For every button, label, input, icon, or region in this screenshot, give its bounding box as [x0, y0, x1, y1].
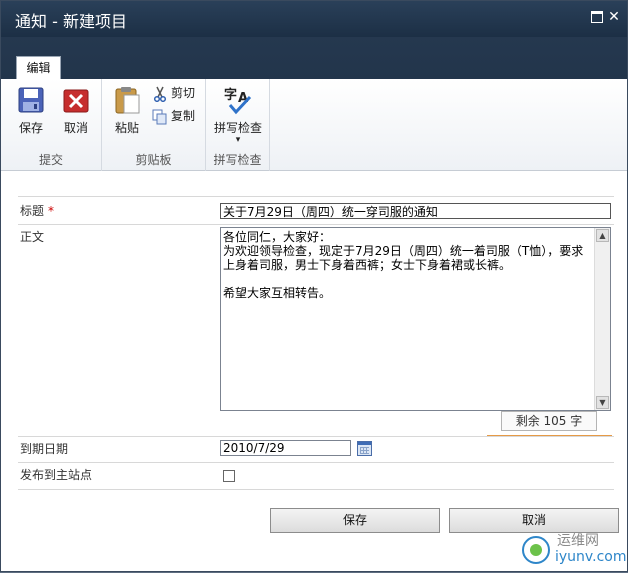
title-bar: 通知 - 新建项目 ✕ [1, 1, 627, 37]
spell-check-label: 拼写检查 [213, 121, 262, 135]
remaining-chars: 剩余 105 字 [501, 411, 597, 431]
ribbon-cancel-button[interactable]: 取消 [56, 85, 96, 136]
copy-button[interactable]: 复制 [152, 107, 195, 125]
due-date-input[interactable] [220, 440, 351, 456]
title-label: 标题 [20, 204, 45, 218]
save-icon [17, 85, 45, 115]
site-watermark: 运维网 iyunv.com [521, 528, 627, 570]
group-clipboard: 粘贴 剪切 复制 剪贴板 [102, 79, 206, 171]
ribbon-save-button[interactable]: 保存 [11, 85, 51, 136]
cancel-icon [62, 85, 90, 115]
body-textarea[interactable]: 各位同仁，大家好： 为欢迎领导检查，现定于7月29日（周四）统一着司服（T恤），… [220, 227, 611, 411]
paste-button[interactable]: 粘贴 [110, 85, 144, 136]
spell-check-icon: 字 A [224, 85, 252, 115]
maximize-icon[interactable] [591, 11, 603, 23]
cut-label: 剪切 [171, 86, 196, 100]
group-commit: 保存 取消 提交 [1, 79, 102, 171]
paste-label: 粘贴 [114, 121, 139, 135]
title-label-wrap: 标题 * [20, 202, 54, 219]
body-label: 正文 [20, 230, 45, 244]
dialog-window: 通知 - 新建项目 ✕ 编辑 保存 取消 提交 粘贴 剪切 复制 剪贴板 字 A… [0, 0, 628, 572]
group-label-spelling: 拼写检查 [213, 153, 262, 167]
scroll-down-icon[interactable]: ▼ [596, 396, 609, 409]
save-button[interactable]: 保存 [270, 508, 440, 533]
group-spelling: 字 A 拼写检查 ▾ 拼写检查 [206, 79, 270, 171]
ribbon: 保存 取消 提交 粘贴 剪切 复制 剪贴板 字 A 拼写检查 ▾ 拼写检查 [1, 79, 627, 171]
paste-icon [113, 85, 141, 115]
ribbon-save-label: 保存 [18, 121, 43, 135]
group-label-clipboard: 剪贴板 [135, 153, 172, 167]
svg-text:字: 字 [224, 87, 237, 103]
dropdown-arrow-icon[interactable]: ▾ [210, 136, 266, 145]
group-label-commit: 提交 [38, 153, 63, 167]
body-scrollbar[interactable]: ▲ ▼ [594, 228, 610, 410]
ribbon-tab-strip: 编辑 [1, 37, 627, 79]
scissors-icon [152, 86, 168, 102]
title-input[interactable] [220, 203, 611, 219]
cut-button[interactable]: 剪切 [152, 84, 195, 102]
scroll-up-icon[interactable]: ▲ [596, 229, 609, 242]
watermark-brand: 运维网 [557, 533, 599, 549]
due-date-label: 到期日期 [20, 442, 69, 456]
copy-icon [152, 109, 168, 125]
tab-edit[interactable]: 编辑 [16, 56, 61, 79]
required-mark: * [48, 204, 55, 218]
publish-checkbox[interactable] [223, 470, 235, 482]
window-title: 通知 - 新建项目 [15, 12, 127, 31]
close-icon[interactable]: ✕ [608, 10, 620, 24]
ribbon-cancel-label: 取消 [63, 121, 88, 135]
calendar-icon[interactable] [357, 441, 372, 456]
publish-row: 发布到主站点 [18, 462, 614, 490]
watermark-url: iyunv.com [555, 549, 627, 565]
spell-check-button[interactable]: 字 A 拼写检查 ▾ [210, 85, 266, 145]
copy-label: 复制 [171, 109, 196, 123]
publish-label: 发布到主站点 [20, 468, 93, 482]
body-text: 各位同仁，大家好： 为欢迎领导检查，现定于7月29日（周四）统一着司服（T恤），… [223, 230, 584, 300]
